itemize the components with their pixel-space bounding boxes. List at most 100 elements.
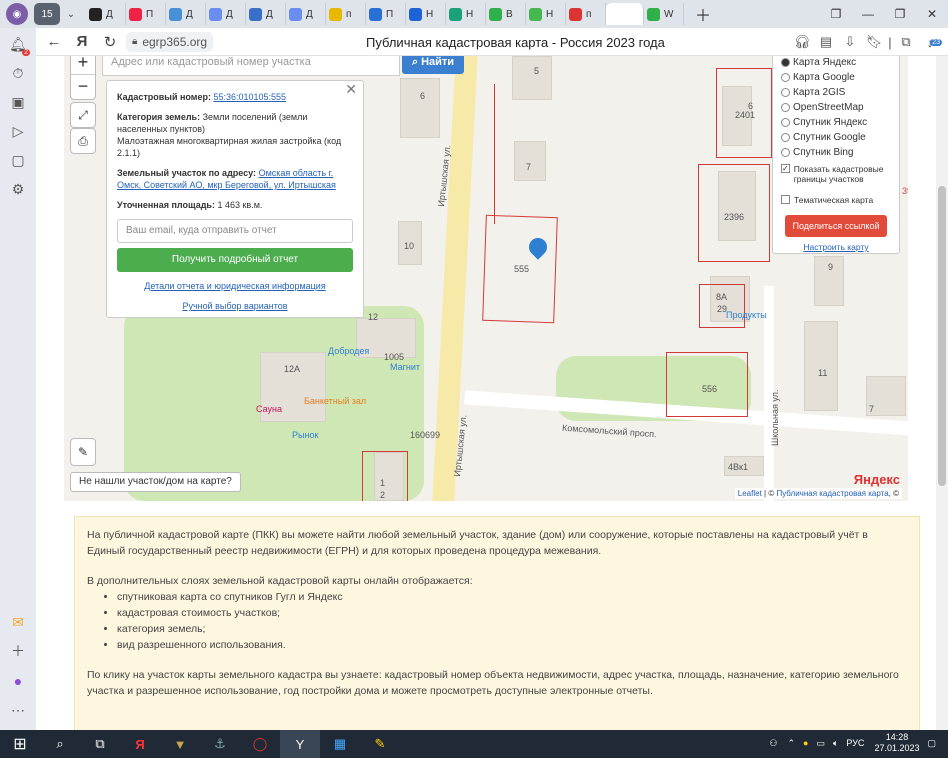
- email-field[interactable]: Ваш email, куда отправить отчет: [117, 219, 353, 243]
- volume-icon[interactable]: 🔈︎: [833, 738, 838, 749]
- history-icon[interactable]: ⏱︎: [0, 59, 36, 88]
- layer-option[interactable]: Спутник Bing: [781, 145, 891, 160]
- tab-7[interactable]: П: [366, 3, 406, 25]
- network-icon[interactable]: ▭: [816, 738, 825, 749]
- reload-icon[interactable]: ↻: [96, 30, 124, 54]
- configure-map-link[interactable]: Настроить карту: [803, 242, 868, 252]
- show-cadastral-toggle[interactable]: ✓ Показать кадастровые границы участков: [781, 164, 891, 192]
- leaflet-link[interactable]: Leaflet: [738, 489, 762, 498]
- close-window-button[interactable]: ✕: [916, 7, 948, 21]
- tab-13[interactable]: [606, 3, 644, 25]
- cadnum-label: Кадастровый номер:: [117, 92, 211, 102]
- tab-2[interactable]: Д: [166, 3, 206, 25]
- yandex-icon[interactable]: Я: [68, 30, 96, 54]
- new-tab-button[interactable]: ＋: [692, 3, 714, 25]
- poi-produkty: Продукты: [726, 310, 767, 320]
- layer-option[interactable]: Спутник Яндекс: [781, 115, 891, 130]
- parcel-label-2401: 2401: [735, 110, 756, 120]
- warships-app-icon[interactable]: ⚓︎: [200, 730, 240, 758]
- download-icon[interactable]: ⇩: [838, 31, 862, 53]
- headphones-icon[interactable]: 🎧︎: [790, 31, 814, 53]
- layer-option[interactable]: Карта Google: [781, 70, 891, 85]
- info-paragraph-3: По клику на участок карты земельного кад…: [87, 669, 899, 697]
- notes-icon[interactable]: ▣: [0, 88, 36, 117]
- thematic-toggle[interactable]: Тематическая карта: [781, 192, 891, 207]
- tab-14[interactable]: W: [644, 3, 684, 25]
- layer-option[interactable]: Карта Яндекс: [781, 56, 891, 70]
- yandex-browser-app-icon[interactable]: Y: [280, 730, 320, 758]
- downloads-badge[interactable]: ↓23: [918, 31, 942, 53]
- tab-12[interactable]: п: [566, 3, 606, 25]
- minimize-button[interactable]: —: [852, 7, 884, 21]
- settings-icon[interactable]: ⚙︎: [0, 175, 36, 204]
- tab-4[interactable]: Д: [246, 3, 286, 25]
- tab-counter-button[interactable]: 15: [34, 3, 60, 25]
- tab-favicon-icon: [489, 7, 502, 21]
- not-found-button[interactable]: Не нашли участок/дом на карте?: [70, 472, 241, 492]
- print-icon[interactable]: ⎙: [70, 128, 96, 154]
- search-icon[interactable]: ⌕: [40, 730, 80, 758]
- address-bar[interactable]: 🔒︎ egrp365.org: [126, 31, 214, 52]
- more-icon[interactable]: ⋯: [0, 696, 36, 725]
- layer-option[interactable]: OpenStreetMap: [781, 100, 891, 115]
- zoom-in-button[interactable]: +: [71, 56, 95, 75]
- clock[interactable]: 14:28 27.01.2023: [874, 732, 919, 754]
- page-content: 555 2401 2396 556 1005 160699 2 9 5 6 6 7…: [36, 56, 936, 730]
- tab-1[interactable]: П: [126, 3, 166, 25]
- tab-0[interactable]: Д: [86, 3, 126, 25]
- opera-app-icon[interactable]: ◯: [240, 730, 280, 758]
- scrollbar-thumb[interactable]: [938, 186, 946, 486]
- ruler-icon[interactable]: ✎: [70, 438, 96, 466]
- language-indicator[interactable]: РУС: [846, 738, 864, 748]
- layer-option[interactable]: Спутник Google: [781, 130, 891, 145]
- scrollbar[interactable]: [936, 56, 948, 730]
- paint-app-icon[interactable]: ✎: [360, 730, 400, 758]
- fullscreen-icon[interactable]: ⤢: [70, 102, 96, 128]
- address-label: Земельный участок по адресу:: [117, 168, 257, 178]
- people-icon[interactable]: ⚇: [769, 738, 777, 749]
- chevron-up-icon[interactable]: ⌃: [788, 738, 796, 749]
- mail-icon[interactable]: ✉︎: [0, 608, 36, 637]
- tab-5[interactable]: Д: [286, 3, 326, 25]
- cadastral-map[interactable]: 555 2401 2396 556 1005 160699 2 9 5 6 6 7…: [64, 56, 908, 501]
- tab-3[interactable]: Д: [206, 3, 246, 25]
- tab-10[interactable]: В: [486, 3, 526, 25]
- tanks-app-icon[interactable]: ▼: [160, 730, 200, 758]
- cadnum-link[interactable]: 55:36:010105:555: [213, 92, 286, 102]
- layer-option[interactable]: Карта 2GIS: [781, 85, 891, 100]
- bell-icon[interactable]: 🔔︎ 2: [0, 30, 36, 59]
- info-list: спутниковая карта со спутников Гугл и Ян…: [117, 589, 907, 653]
- reader-icon[interactable]: ▤: [814, 31, 838, 53]
- tabs-overview-icon[interactable]: ❐: [820, 7, 852, 21]
- play-icon[interactable]: ▷: [0, 117, 36, 146]
- manual-select-link[interactable]: Ручной выбор вариантов: [182, 301, 287, 311]
- search-input[interactable]: Адрес или кадастровый номер участка: [102, 56, 400, 76]
- tab-11[interactable]: Н: [526, 3, 566, 25]
- remote-app-icon[interactable]: ▦: [320, 730, 360, 758]
- details-link[interactable]: Детали отчета и юридическая информация: [144, 281, 325, 291]
- task-view-icon[interactable]: ⧉: [80, 730, 120, 758]
- windows-start-icon[interactable]: ⊞: [0, 730, 40, 758]
- tab-6[interactable]: п: [326, 3, 366, 25]
- pkk-link[interactable]: Публичная кадастровая карта: [776, 489, 888, 498]
- share-link-button[interactable]: Поделиться ссылкой: [785, 215, 887, 237]
- maximize-button[interactable]: ❐: [884, 7, 916, 21]
- zoom-out-button[interactable]: −: [71, 75, 95, 99]
- yandex-app-icon[interactable]: Я: [120, 730, 160, 758]
- tab-8[interactable]: Н: [406, 3, 446, 25]
- alice-icon[interactable]: ●: [0, 666, 36, 695]
- profile-avatar[interactable]: ◉: [6, 3, 28, 25]
- close-icon[interactable]: ✕: [345, 82, 357, 96]
- back-arrow-icon[interactable]: ←: [40, 30, 68, 54]
- tab-favicon-icon: [289, 7, 302, 21]
- collections-icon[interactable]: ⧉: [894, 31, 918, 53]
- get-report-button[interactable]: Получить подробный отчет: [117, 248, 353, 272]
- tab-9[interactable]: Н: [446, 3, 486, 25]
- bookmark-icon[interactable]: 🔖︎: [862, 31, 886, 53]
- add-icon[interactable]: ＋: [0, 636, 36, 665]
- tab-counter-icon[interactable]: ▢: [0, 146, 36, 175]
- chevron-down-icon[interactable]: ⌄: [62, 3, 80, 25]
- notifications-icon[interactable]: ▢: [927, 738, 936, 749]
- app-tray-icon[interactable]: ●: [803, 738, 808, 748]
- search-button[interactable]: ⌕ Найти: [402, 56, 464, 74]
